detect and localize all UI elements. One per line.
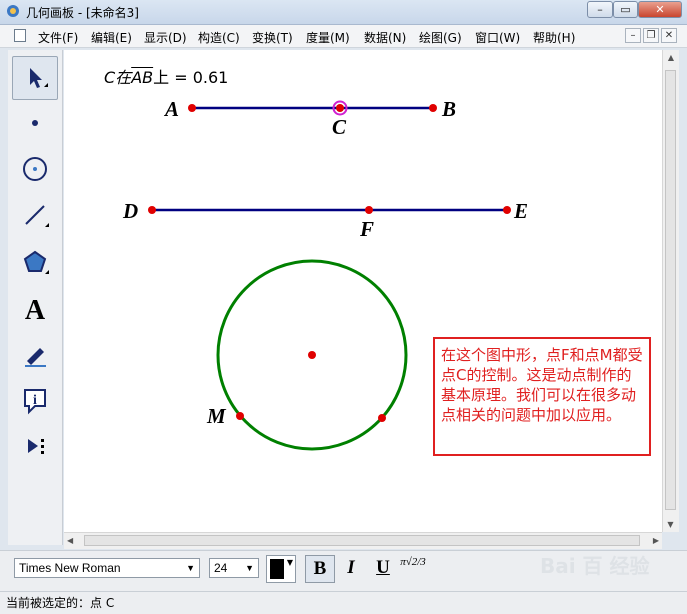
italic-button[interactable]: I (336, 555, 366, 583)
font-family-value: Times New Roman (19, 561, 121, 575)
point-tool[interactable] (12, 101, 58, 145)
font-size-select[interactable]: 24 ▼ (209, 558, 259, 578)
marker-icon (25, 348, 46, 367)
horizontal-scrollbar[interactable]: ◀ ▶ (64, 532, 662, 549)
menu-file[interactable]: 文件(F) (38, 29, 78, 46)
point-b[interactable] (429, 104, 437, 112)
chevron-down-icon: ▼ (286, 558, 293, 567)
text-icon: A (25, 295, 46, 324)
bold-button[interactable]: B (305, 555, 335, 583)
point-c[interactable] (336, 104, 344, 112)
svg-text:A: A (25, 295, 46, 324)
chevron-down-icon: ▼ (245, 563, 254, 573)
label-a[interactable]: A (163, 97, 179, 121)
label-d[interactable]: D (122, 199, 138, 223)
point-a[interactable] (188, 104, 196, 112)
doc-close-button[interactable]: ✕ (661, 28, 677, 43)
close-button[interactable]: ✕ (638, 1, 682, 18)
menu-measure[interactable]: 度量(M) (306, 29, 350, 46)
svg-text:i: i (33, 393, 37, 408)
scroll-down-arrow[interactable]: ▼ (663, 520, 678, 529)
custom-tool[interactable] (12, 424, 58, 468)
menu-construct[interactable]: 构造(C) (198, 29, 240, 46)
app-icon (7, 5, 19, 17)
menu-edit[interactable]: 编辑(E) (91, 29, 132, 46)
marker-tool[interactable] (12, 332, 58, 376)
point-e[interactable] (503, 206, 511, 214)
watermark: Bai 百 经验 (540, 554, 650, 578)
text-color-picker[interactable]: ▼ (266, 555, 296, 583)
point-d[interactable] (148, 206, 156, 214)
info-icon: i (24, 389, 46, 415)
custom-tool-icon (28, 439, 44, 454)
label-f[interactable]: F (359, 217, 374, 241)
underline-button[interactable]: U (368, 555, 398, 583)
vertical-scrollbar[interactable]: ▲ ▼ (662, 50, 679, 532)
point-f[interactable] (365, 206, 373, 214)
annotation-text: 在这个图中形，点F和点M都受点C的控制。这是动点制作的基本原理。我们可以在很多动… (441, 346, 643, 424)
scroll-right-arrow[interactable]: ▶ (653, 536, 659, 545)
circle-center[interactable] (308, 351, 316, 359)
label-b[interactable]: B (441, 97, 456, 121)
status-text: 当前被选定的：点 C (6, 596, 115, 610)
info-tool[interactable]: i (12, 378, 58, 422)
document-icon[interactable] (14, 29, 26, 42)
polygon-icon (23, 250, 49, 274)
measurement-c-on-ab[interactable]: C在AB上 = 0.61 (104, 64, 228, 88)
menu-help[interactable]: 帮助(H) (533, 29, 575, 46)
measurement-suffix: 上 = 0.61 (153, 68, 229, 87)
measurement-segment: AB (131, 68, 154, 87)
point-m[interactable] (236, 412, 244, 420)
text-tool[interactable]: A (12, 287, 58, 331)
menu-window[interactable]: 窗口(W) (475, 29, 520, 46)
compass-tool[interactable] (12, 147, 58, 191)
label-m[interactable]: M (206, 404, 227, 428)
font-size-value: 24 (214, 561, 228, 575)
polygon-tool[interactable] (12, 240, 58, 284)
scroll-up-arrow[interactable]: ▲ (663, 53, 679, 62)
minimize-button[interactable]: – (587, 1, 613, 18)
font-family-select[interactable]: Times New Roman ▼ (14, 558, 200, 578)
menu-data[interactable]: 数据(N) (364, 29, 406, 46)
chevron-down-icon: ▼ (186, 563, 195, 573)
measurement-prefix: C在 (104, 68, 132, 87)
maximize-button[interactable]: ▭ (613, 1, 638, 18)
point-icon (32, 120, 38, 126)
menu-display[interactable]: 显示(D) (144, 29, 187, 46)
line-icon (25, 205, 49, 227)
vertical-scroll-thumb[interactable] (665, 70, 676, 510)
window-title: 几何画板 - [未命名3] (26, 6, 139, 20)
select-arrow-tool[interactable] (12, 56, 58, 100)
menu-graph[interactable]: 绘图(G) (419, 29, 462, 46)
menu-transform[interactable]: 变换(T) (252, 29, 293, 46)
straightedge-tool[interactable] (12, 193, 58, 237)
doc-restore-button[interactable]: ❐ (643, 28, 659, 43)
annotation-box: 在这个图中形，点F和点M都受点C的控制。这是动点制作的基本原理。我们可以在很多动… (433, 337, 651, 456)
circle-point[interactable] (378, 414, 386, 422)
geometry-drawing: A B C D E F M (122, 97, 528, 451)
math-format-button[interactable]: π√2/3 (399, 556, 427, 584)
horizontal-scroll-thumb[interactable] (84, 535, 640, 546)
doc-minimize-button[interactable]: – (625, 28, 641, 43)
compass-icon (23, 157, 47, 181)
scroll-left-arrow[interactable]: ◀ (67, 536, 73, 545)
label-c[interactable]: C (332, 115, 347, 139)
arrow-icon (30, 68, 48, 88)
label-e[interactable]: E (513, 199, 528, 223)
color-swatch (270, 559, 284, 579)
